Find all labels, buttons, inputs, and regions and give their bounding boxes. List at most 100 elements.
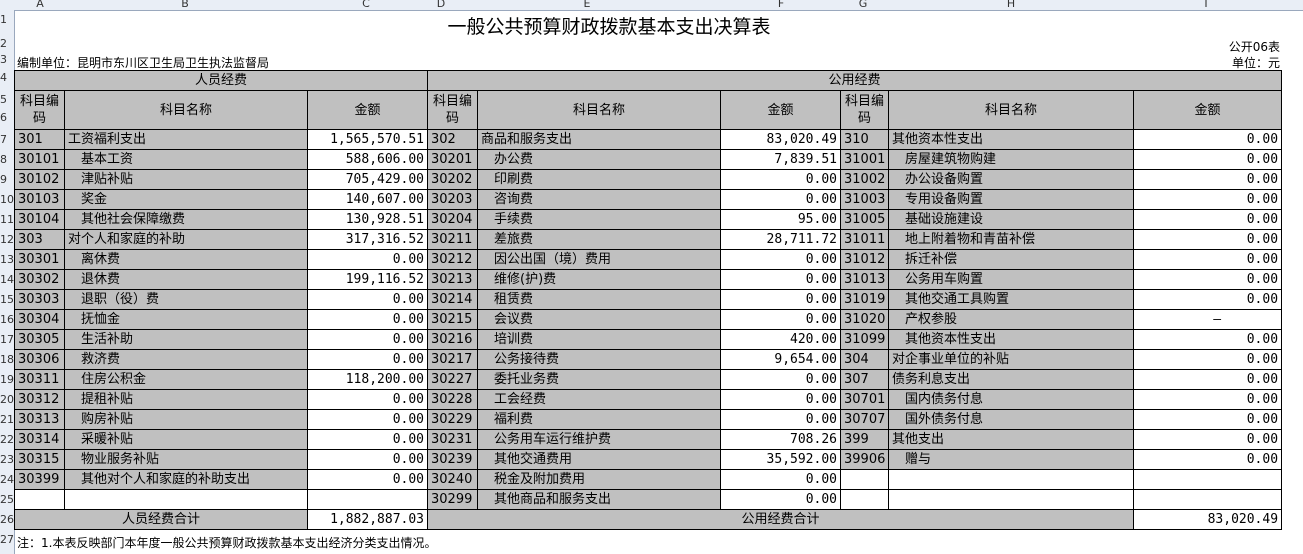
goods-amount-cell[interactable]: 0.00 — [720, 189, 841, 210]
row-number[interactable]: 21 — [0, 413, 14, 426]
capital-name-cell[interactable]: 债务利息支出 — [888, 369, 1134, 390]
row-number[interactable]: 9 — [0, 173, 14, 186]
goods-name-cell[interactable]: 工会经费 — [477, 389, 721, 410]
row-number[interactable]: 11 — [0, 213, 14, 226]
personnel-amount-cell[interactable] — [307, 489, 428, 510]
code-header[interactable]: 科目编码 — [840, 90, 889, 130]
goods-amount-cell[interactable]: 7,839.51 — [720, 149, 841, 170]
row-number[interactable]: 24 — [0, 473, 14, 486]
row-number[interactable]: 5 — [0, 93, 14, 106]
personnel-amount-cell[interactable]: 588,606.00 — [307, 149, 428, 170]
goods-amount-cell[interactable]: 0.00 — [720, 389, 841, 410]
goods-amount-cell[interactable]: 0.00 — [720, 169, 841, 190]
capital-name-cell[interactable]: 专用设备购置 — [888, 189, 1134, 210]
personnel-amount-cell[interactable]: 705,429.00 — [307, 169, 428, 190]
capital-name-cell[interactable]: 地上附着物和青苗补偿 — [888, 229, 1134, 250]
capital-amount-cell[interactable] — [1132, 489, 1283, 510]
capital-code-cell[interactable]: 30707 — [840, 409, 889, 430]
code-header[interactable]: 科目编码 — [427, 90, 478, 130]
goods-name-cell[interactable]: 差旅费 — [477, 229, 721, 250]
row-number[interactable]: 26 — [0, 513, 14, 526]
personnel-amount-cell[interactable]: 0.00 — [307, 249, 428, 270]
capital-amount-cell[interactable]: 0.00 — [1132, 229, 1283, 250]
goods-name-cell[interactable]: 商品和服务支出 — [477, 129, 721, 150]
goods-name-cell[interactable]: 会议费 — [477, 309, 721, 330]
personnel-name-cell[interactable]: 提租补贴 — [64, 389, 308, 410]
personnel-name-cell[interactable]: 津贴补贴 — [64, 169, 308, 190]
personnel-total-value[interactable]: 1,882,887.03 — [307, 509, 428, 530]
capital-amount-cell[interactable]: 0.00 — [1132, 429, 1283, 450]
personnel-name-cell[interactable]: 退休费 — [64, 269, 308, 290]
personnel-amount-cell[interactable]: 0.00 — [307, 389, 428, 410]
capital-amount-cell[interactable]: 0.00 — [1132, 389, 1283, 410]
row-number[interactable]: 23 — [0, 453, 14, 466]
capital-amount-cell[interactable]: 0.00 — [1132, 289, 1283, 310]
personnel-amount-cell[interactable]: 118,200.00 — [307, 369, 428, 390]
personnel-name-cell[interactable]: 住房公积金 — [64, 369, 308, 390]
row-number[interactable]: 17 — [0, 333, 14, 346]
goods-code-cell[interactable]: 30299 — [427, 489, 478, 510]
personnel-amount-cell[interactable]: 0.00 — [307, 469, 428, 490]
personnel-amount-cell[interactable]: 199,116.52 — [307, 269, 428, 290]
row-number[interactable]: 2 — [0, 37, 14, 50]
goods-code-cell[interactable]: 30202 — [427, 169, 478, 190]
capital-amount-cell[interactable]: 0.00 — [1132, 149, 1283, 170]
personnel-amount-cell[interactable]: 0.00 — [307, 309, 428, 330]
column-letter[interactable]: G — [857, 0, 869, 10]
amount-header[interactable]: 金额 — [1132, 90, 1283, 130]
public-total-value[interactable]: 83,020.49 — [1132, 509, 1283, 530]
goods-amount-cell[interactable]: 95.00 — [720, 209, 841, 230]
goods-name-cell[interactable]: 维修(护)费 — [477, 269, 721, 290]
personnel-amount-cell[interactable]: 130,928.51 — [307, 209, 428, 230]
public-header[interactable]: 公用经费 — [426, 70, 1283, 91]
capital-name-cell[interactable]: 国外债务付息 — [888, 409, 1134, 430]
personnel-header[interactable]: 人员经费 — [14, 70, 428, 91]
personnel-name-cell[interactable]: 救济费 — [64, 349, 308, 370]
personnel-name-cell[interactable]: 采暖补贴 — [64, 429, 308, 450]
personnel-name-cell[interactable]: 退职（役）费 — [64, 289, 308, 310]
personnel-code-cell[interactable]: 30102 — [14, 169, 65, 190]
personnel-code-cell[interactable]: 30103 — [14, 189, 65, 210]
goods-name-cell[interactable]: 委托业务费 — [477, 369, 721, 390]
goods-code-cell[interactable]: 30231 — [427, 429, 478, 450]
amount-header[interactable]: 金额 — [307, 90, 428, 130]
personnel-code-cell[interactable]: 30302 — [14, 269, 65, 290]
goods-code-cell[interactable]: 30203 — [427, 189, 478, 210]
goods-code-cell[interactable]: 302 — [427, 129, 478, 150]
capital-name-cell[interactable]: 房屋建筑物购建 — [888, 149, 1134, 170]
capital-name-cell[interactable]: 产权参股 — [888, 309, 1134, 330]
capital-code-cell[interactable]: 31001 — [840, 149, 889, 170]
row-number[interactable]: 8 — [0, 153, 14, 166]
row-number[interactable]: 6 — [0, 111, 14, 124]
column-letter[interactable]: I — [1200, 0, 1212, 10]
capital-code-cell[interactable]: 31019 — [840, 289, 889, 310]
capital-name-cell[interactable] — [888, 489, 1134, 510]
personnel-name-cell[interactable]: 物业服务补贴 — [64, 449, 308, 470]
row-number[interactable]: 27 — [0, 533, 14, 546]
goods-amount-cell[interactable]: 0.00 — [720, 309, 841, 330]
goods-code-cell[interactable]: 30212 — [427, 249, 478, 270]
personnel-code-cell[interactable]: 30306 — [14, 349, 65, 370]
goods-amount-cell[interactable]: 35,592.00 — [720, 449, 841, 470]
goods-name-cell[interactable]: 咨询费 — [477, 189, 721, 210]
capital-amount-cell[interactable]: 0.00 — [1132, 349, 1283, 370]
capital-code-cell[interactable]: 39906 — [840, 449, 889, 470]
personnel-code-cell[interactable]: 30305 — [14, 329, 65, 350]
goods-amount-cell[interactable]: 9,654.00 — [720, 349, 841, 370]
row-number[interactable]: 4 — [0, 71, 14, 84]
capital-code-cell[interactable]: 31013 — [840, 269, 889, 290]
capital-name-cell[interactable]: 公务用车购置 — [888, 269, 1134, 290]
personnel-amount-cell[interactable]: 0.00 — [307, 349, 428, 370]
personnel-name-cell[interactable]: 生活补助 — [64, 329, 308, 350]
capital-name-cell[interactable]: 对企事业单位的补贴 — [888, 349, 1134, 370]
capital-code-cell[interactable]: 310 — [840, 129, 889, 150]
row-number[interactable]: 18 — [0, 353, 14, 366]
row-number[interactable]: 15 — [0, 293, 14, 306]
goods-code-cell[interactable]: 30216 — [427, 329, 478, 350]
capital-code-cell[interactable] — [840, 489, 889, 510]
personnel-code-cell[interactable]: 301 — [14, 129, 65, 150]
personnel-amount-cell[interactable]: 0.00 — [307, 329, 428, 350]
goods-code-cell[interactable]: 30228 — [427, 389, 478, 410]
column-letter[interactable]: H — [1005, 0, 1017, 10]
column-letter[interactable]: E — [581, 0, 593, 10]
